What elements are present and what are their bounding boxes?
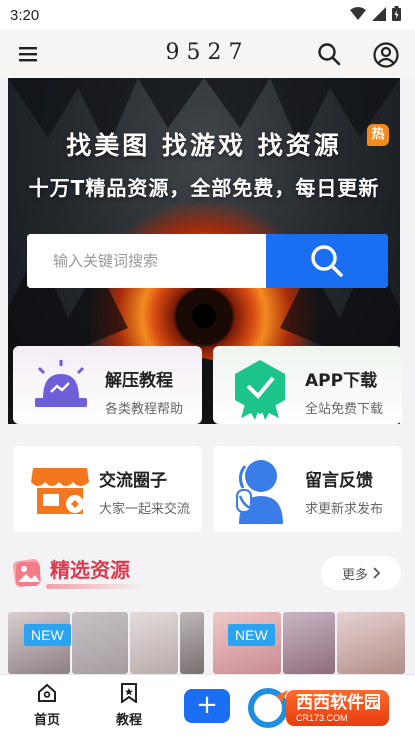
feature-card-app-download[interactable]: APP下载 全站免费下载 — [213, 346, 402, 424]
bookmark-icon — [121, 683, 137, 704]
download-badge-icon — [231, 358, 289, 424]
feature-title: 解压教程 — [105, 371, 173, 391]
resource-thumbnail[interactable] — [337, 612, 405, 674]
feature-card-feedback[interactable]: 留言反馈 求更新求发布 — [213, 446, 402, 532]
hero-subline: 十万T精品资源，全部免费，每日更新 — [28, 176, 380, 200]
feature-desc: 全站免费下载 — [305, 402, 384, 417]
add-button[interactable]: + — [184, 689, 230, 723]
status-icons — [350, 5, 401, 25]
more-label: 更多 — [341, 567, 368, 583]
battery-icon — [392, 5, 401, 25]
search-input[interactable] — [27, 234, 266, 288]
storefront-icon — [29, 464, 91, 520]
feature-desc: 大家一起来交流 — [99, 502, 191, 517]
tab-label: 教程 — [115, 713, 142, 728]
home-icon — [38, 683, 56, 702]
watermark-text: 西西软件园 CR173.COM — [286, 690, 389, 726]
user-account-icon[interactable] — [373, 42, 399, 68]
new-badge: NEW — [228, 624, 275, 646]
app-header: 9527 — [0, 30, 415, 78]
new-badge: NEW — [24, 624, 71, 646]
tab-label: 首页 — [33, 713, 60, 728]
tab-home[interactable]: 首页 — [17, 683, 77, 728]
app-screen: 3:20 9527 找美图 找游戏 找资源 热 十万T精品资源，全部免费，每日更… — [0, 0, 415, 738]
watermark-main: 西西软件园 — [296, 693, 381, 713]
hot-badge: 热 — [367, 124, 389, 146]
feature-title: 交流圈子 — [99, 471, 167, 491]
resource-thumbnails: NEW NEW — [0, 612, 415, 674]
resource-thumbnail[interactable] — [72, 612, 128, 674]
watermark-sub: CR173.COM — [296, 713, 348, 723]
search-icon[interactable] — [317, 42, 341, 66]
watermark-logo: 西西软件园 CR173.COM — [246, 686, 389, 730]
app-title: 9527 — [165, 40, 250, 65]
resource-thumbnail[interactable] — [180, 612, 204, 674]
customer-service-icon — [231, 456, 289, 528]
status-bar: 3:20 — [0, 0, 415, 30]
gallery-icon — [10, 554, 44, 594]
feature-title: APP下载 — [305, 371, 378, 391]
feature-desc: 各类教程帮助 — [105, 402, 184, 417]
search-icon — [311, 245, 343, 277]
hero-headline: 找美图 找游戏 找资源 — [66, 131, 342, 160]
chevron-right-icon — [373, 567, 380, 579]
feature-card-tutorial[interactable]: 解压教程 各类教程帮助 — [13, 346, 202, 424]
signal-icon — [372, 6, 386, 25]
more-button[interactable]: 更多 — [321, 556, 401, 590]
bottom-navigation: 首页 教程 + 西西软件园 CR173.COM — [0, 674, 415, 738]
feature-desc: 求更新求发布 — [305, 502, 384, 517]
search-button[interactable] — [266, 234, 388, 288]
resource-thumbnail[interactable] — [283, 612, 335, 674]
section-title-underline — [46, 584, 146, 589]
hero-search-box — [27, 234, 388, 288]
feature-card-community[interactable]: 交流圈子 大家一起来交流 — [13, 446, 202, 532]
featured-section-header: 精选资源 更多 — [0, 548, 415, 598]
section-title: 精选资源 — [50, 558, 130, 582]
wifi-icon — [350, 6, 366, 25]
feature-title: 留言反馈 — [305, 471, 373, 491]
resource-thumbnail[interactable] — [130, 612, 178, 674]
tab-tutorial[interactable]: 教程 — [99, 683, 159, 728]
status-time: 3:20 — [10, 6, 40, 24]
alarm-siren-icon — [29, 360, 93, 414]
